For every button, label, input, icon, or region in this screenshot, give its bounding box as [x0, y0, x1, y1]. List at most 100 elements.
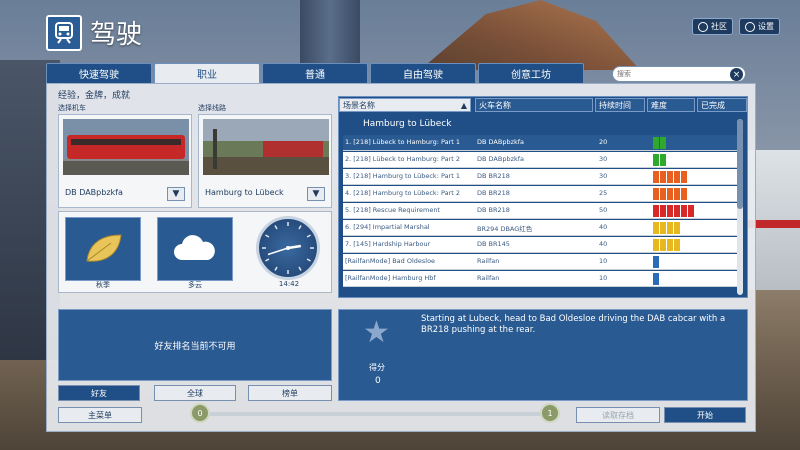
- table-row[interactable]: [RailfanMode] Bad Oldesloe Railfan 10: [343, 254, 737, 270]
- table-row[interactable]: 7. [145] Hardship Harbour DB BR145 40: [343, 237, 737, 253]
- cell-name: [RailfanMode] Hamburg Hbf: [345, 274, 436, 282]
- table-row[interactable]: 1. [218] Lübeck to Hamburg: Part 1 DB DAB…: [343, 135, 737, 151]
- difficulty-bar: [653, 256, 659, 268]
- page-title: 驾驶: [90, 20, 143, 50]
- clock-tick: [274, 266, 278, 271]
- globe-icon: [698, 21, 708, 32]
- column-train-name[interactable]: 火车名称: [475, 98, 593, 112]
- scrollbar-thumb[interactable]: [737, 119, 743, 209]
- difficulty-bar: [660, 171, 666, 183]
- tab-bar: 快速驾驶 职业 普通 自由驾驶 创意工坊: [46, 63, 584, 83]
- difficulty-bar: [653, 239, 659, 251]
- scenario-details: ★ 得分 0 Starting at Lubeck, head to Bad O…: [338, 309, 748, 401]
- cell-duration: 30: [599, 155, 608, 163]
- cell-name: [RailfanMode] Bad Oldesloe: [345, 257, 436, 265]
- global-button[interactable]: 全球: [154, 385, 236, 401]
- cell-duration: 30: [599, 172, 608, 180]
- difficulty-bar: [667, 239, 673, 251]
- clock-minute-hand: [267, 247, 289, 256]
- progress-slider[interactable]: 0 1: [190, 403, 560, 423]
- load-save-button[interactable]: 读取存档: [576, 407, 660, 423]
- table-row[interactable]: 2. [218] Lübeck to Hamburg: Part 2 DB DAB…: [343, 152, 737, 168]
- clock-tick: [265, 258, 270, 262]
- star-icon: ★: [363, 315, 390, 350]
- friends-button[interactable]: 好友: [58, 385, 140, 401]
- table-scrollbar[interactable]: [737, 119, 743, 295]
- difficulty-bar: [653, 171, 659, 183]
- difficulty-bar: [674, 205, 680, 217]
- table-header: 场景名称 ▲ 火车名称 持续时间 难度 已完成: [339, 97, 749, 113]
- start-button[interactable]: 开始: [664, 407, 746, 423]
- difficulty-bar: [660, 188, 666, 200]
- loco-card[interactable]: DB DABpbzkfa ▼: [58, 114, 192, 208]
- close-icon[interactable]: ×: [730, 68, 743, 81]
- community-label: 社区: [711, 22, 727, 31]
- table-row[interactable]: 6. [294] Impartial Marshal BR294 DBAG红色 40: [343, 220, 737, 236]
- leaderboard-button[interactable]: 榜单: [248, 385, 332, 401]
- difficulty-bar: [660, 205, 666, 217]
- cell-train: BR294 DBAG红色: [477, 225, 533, 233]
- difficulty-bars: [653, 239, 680, 251]
- difficulty-bar: [653, 137, 659, 149]
- cloud-icon: [174, 235, 215, 260]
- cell-train: Railfan: [477, 257, 500, 265]
- difficulty-bar: [653, 273, 659, 285]
- time-label: 14:42: [278, 280, 300, 288]
- filter-icon[interactable]: ▼: [167, 187, 185, 201]
- column-scenario-name[interactable]: 场景名称 ▲: [339, 98, 471, 112]
- column-difficulty[interactable]: 难度: [647, 98, 695, 112]
- main-menu-button[interactable]: 主菜单: [58, 407, 142, 423]
- table-row[interactable]: 3. [218] Hamburg to Lübeck: Part 1 DB BR2…: [343, 169, 737, 185]
- cell-duration: 25: [599, 189, 608, 197]
- filter-icon[interactable]: ▼: [307, 187, 325, 201]
- route-card[interactable]: Hamburg to Lübeck ▼: [198, 114, 332, 208]
- cell-duration: 50: [599, 206, 608, 214]
- clock-icon[interactable]: [256, 216, 320, 280]
- difficulty-bar: [660, 154, 666, 166]
- difficulty-bar: [681, 188, 687, 200]
- slider-min-knob[interactable]: 0: [190, 403, 210, 423]
- background-rock: [420, 0, 640, 70]
- search-box: ×: [612, 66, 746, 82]
- community-button[interactable]: 社区: [692, 18, 733, 35]
- difficulty-bar: [667, 222, 673, 234]
- leaf-icon: [86, 234, 122, 262]
- clock-tick: [306, 258, 311, 262]
- column-completed[interactable]: 已完成: [697, 98, 747, 112]
- column-duration[interactable]: 持续时间: [595, 98, 645, 112]
- season-tile[interactable]: [65, 217, 141, 281]
- tab-standard[interactable]: 普通: [262, 63, 368, 83]
- difficulty-bars: [653, 256, 659, 268]
- table-row[interactable]: [RailfanMode] Hamburg Hbf Railfan 10: [343, 271, 737, 287]
- difficulty-bars: [653, 205, 694, 217]
- scenario-description: Starting at Lubeck, head to Bad Oldesloe…: [421, 314, 726, 335]
- difficulty-bar: [674, 188, 680, 200]
- scenario-table: 场景名称 ▲ 火车名称 持续时间 难度 已完成 Hamburg to Lübeck…: [338, 96, 748, 298]
- cell-duration: 10: [599, 257, 608, 265]
- difficulty-bar: [660, 137, 666, 149]
- difficulty-bar: [653, 222, 659, 234]
- background-tower: [300, 0, 360, 70]
- loco-image: [63, 119, 189, 175]
- cell-train: DB BR218: [477, 172, 510, 180]
- friends-ranking-panel: 好友排名当前不可用: [58, 309, 332, 381]
- select-route-label: 选择线路: [198, 104, 226, 112]
- tab-workshop[interactable]: 创意工坊: [478, 63, 584, 83]
- tab-quick-drive[interactable]: 快速驾驶: [46, 63, 152, 83]
- clock-tick: [274, 225, 278, 230]
- tab-career[interactable]: 职业: [154, 63, 260, 83]
- difficulty-bar: [660, 222, 666, 234]
- slider-max-knob[interactable]: 1: [540, 403, 560, 423]
- table-row[interactable]: 4. [218] Hamburg to Lübeck: Part 2 DB BR2…: [343, 186, 737, 202]
- route-group-header[interactable]: Hamburg to Lübeck: [343, 117, 737, 131]
- tab-free-roam[interactable]: 自由驾驶: [370, 63, 476, 83]
- difficulty-bars: [653, 273, 659, 285]
- header: 驾驶: [46, 14, 142, 51]
- difficulty-bar: [667, 205, 673, 217]
- season-label: 秋季: [96, 281, 110, 289]
- table-row[interactable]: 5. [218] Rescue Requirement DB BR218 50: [343, 203, 737, 219]
- weather-tile[interactable]: [157, 217, 233, 281]
- settings-button[interactable]: 设置: [739, 18, 780, 35]
- cell-train: DB BR218: [477, 206, 510, 214]
- search-input[interactable]: [617, 70, 717, 78]
